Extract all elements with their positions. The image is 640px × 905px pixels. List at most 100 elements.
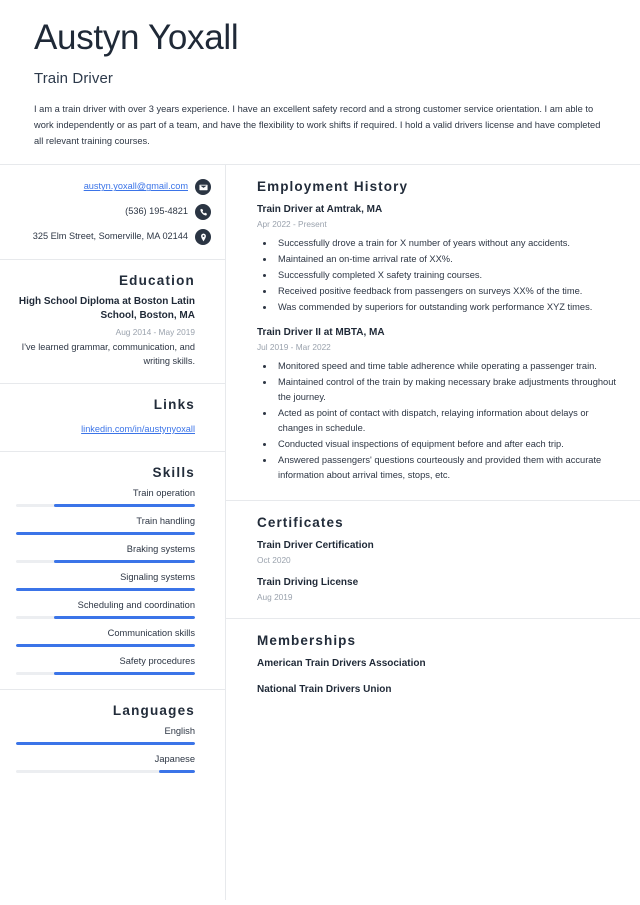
skill-item: Communication skills <box>16 627 195 648</box>
skill-item: Braking systems <box>16 543 195 564</box>
language-bar-track <box>16 770 195 774</box>
education-degree: High School Diploma at Boston Latin Scho… <box>18 296 195 322</box>
phone-value: (536) 195-4821 <box>125 206 188 217</box>
membership-item: National Train Drivers Union <box>257 684 392 696</box>
skills-heading: Skills <box>152 464 195 480</box>
certificate-name: Train Driving License <box>257 577 359 589</box>
resume-body: austyn.yoxall@gmail.com (536) 195-4821 3… <box>0 165 640 901</box>
skill-label: Signaling systems <box>120 572 195 583</box>
skill-label: Braking systems <box>126 543 195 554</box>
skill-bar-track <box>16 531 195 535</box>
employment-entry-date: Jul 2019 - Mar 2022 <box>257 342 331 353</box>
education-description: I've learned grammar, communication, and… <box>21 342 195 366</box>
resume-page: Austyn Yoxall Train Driver I am a train … <box>0 0 640 905</box>
skill-item: Train operation <box>16 487 195 507</box>
employment-section: Employment History Train Driver at Amtra… <box>226 165 640 502</box>
employment-list: Train Driver at Amtrak, MA Apr 2022 - Pre… <box>257 203 616 483</box>
memberships-section: Memberships American Train Drivers Assoc… <box>226 619 640 713</box>
employment-bullet: Successfully completed X safety training… <box>275 268 616 283</box>
employment-bullet: Maintained an on-time arrival rate of XX… <box>275 252 616 267</box>
education-heading: Education <box>118 273 195 289</box>
employment-entry: Train Driver at Amtrak, MA Apr 2022 - Pre… <box>257 203 616 315</box>
employment-bullet: Successfully drove a train for X number … <box>275 236 616 251</box>
skill-bar-track <box>16 644 195 648</box>
employment-bullet: Received positive feedback from passenge… <box>275 284 616 299</box>
skill-bar-fill <box>53 503 195 507</box>
skill-bar-track <box>16 588 195 592</box>
skill-bar-fill <box>16 531 195 535</box>
main-column: Employment History Train Driver at Amtra… <box>226 165 640 900</box>
languages-heading: Languages <box>112 703 195 719</box>
certificates-list: Train Driver Certification Oct 2020 Train … <box>257 539 616 602</box>
links-heading: Links <box>153 396 195 412</box>
sidebar: austyn.yoxall@gmail.com (536) 195-4821 3… <box>0 165 226 901</box>
contact-row-address[interactable]: 325 Elm Street, Somerville, MA 02144 <box>16 229 211 246</box>
job-title: Train Driver <box>34 70 113 88</box>
skill-label: Train handling <box>136 515 195 526</box>
skill-bar-track <box>16 616 195 620</box>
certificate-item: Train Driver Certification Oct 2020 <box>257 539 616 565</box>
employment-entry-title: Train Driver II at MBTA, MA <box>257 327 385 339</box>
address-value: 325 Elm Street, Somerville, MA 02144 <box>32 231 188 242</box>
employment-bullet: Monitored speed and time table adherence… <box>275 359 616 374</box>
skill-label: Safety procedures <box>119 656 195 667</box>
skill-bar-fill <box>16 588 195 592</box>
skill-bar-fill <box>16 644 195 648</box>
certificate-item: Train Driving License Aug 2019 <box>257 576 616 602</box>
skill-label: Scheduling and coordination <box>77 600 195 611</box>
skill-bar-fill <box>53 560 195 564</box>
envelope-icon <box>195 179 211 196</box>
languages-list: English Japanese <box>16 725 196 774</box>
employment-entry-title: Train Driver at Amtrak, MA <box>257 204 383 216</box>
skill-bar-track <box>16 560 195 564</box>
memberships-list: American Train Drivers Association Nation… <box>257 657 616 697</box>
employment-bullet: Conducted visual inspections of equipmen… <box>275 437 616 452</box>
map-pin-icon <box>195 229 211 246</box>
professional-summary: I am a train driver with over 3 years ex… <box>34 104 601 147</box>
language-item: Japanese <box>16 753 195 774</box>
skill-item: Signaling systems <box>16 571 195 592</box>
language-label: Japanese <box>154 754 195 765</box>
employment-entry: Train Driver II at MBTA, MA Jul 2019 - Ma… <box>257 326 616 483</box>
employment-bullet: Acted as point of contact with dispatch,… <box>275 406 616 436</box>
education-date: Aug 2014 - May 2019 <box>115 326 195 337</box>
link-linkedin[interactable]: linkedin.com/in/austynyoxall <box>81 424 195 434</box>
employment-bullet-list: Successfully drove a train for X number … <box>257 236 616 315</box>
skills-list: Train operation Train handling Braking sys… <box>16 487 195 676</box>
language-bar-fill <box>159 770 195 774</box>
language-bar-fill <box>16 742 195 746</box>
skill-bar-fill <box>53 672 195 676</box>
contact-block: austyn.yoxall@gmail.com (536) 195-4821 3… <box>0 165 225 261</box>
employment-bullet: Answered passengers' questions courteous… <box>275 453 616 483</box>
page-title: Austyn Yoxall <box>34 18 239 57</box>
employment-bullet-list: Monitored speed and time table adherence… <box>257 359 616 483</box>
membership-item: American Train Drivers Association <box>257 658 426 670</box>
email-value[interactable]: austyn.yoxall@gmail.com <box>84 180 188 194</box>
language-bar-track <box>16 742 195 746</box>
certificates-section: Certificates Train Driver Certification O… <box>226 501 640 620</box>
employment-entry-date: Apr 2022 - Present <box>257 219 327 230</box>
skill-label: Communication skills <box>107 628 195 639</box>
education-item: High School Diploma at Boston Latin Scho… <box>16 295 195 369</box>
certificate-date: Oct 2020 <box>257 555 291 566</box>
languages-section: Languages English Japanese <box>0 690 225 787</box>
skill-bar-track <box>16 672 195 676</box>
language-item: English <box>16 725 196 746</box>
education-section: Education High School Diploma at Boston … <box>0 260 225 384</box>
phone-icon <box>195 204 211 221</box>
memberships-heading: Memberships <box>257 633 357 649</box>
language-label: English <box>164 726 196 737</box>
resume-header: Austyn Yoxall Train Driver I am a train … <box>0 0 640 164</box>
contact-row-phone[interactable]: (536) 195-4821 <box>16 204 211 221</box>
skill-item: Scheduling and coordination <box>16 599 195 620</box>
employment-bullet: Was commended by superiors for outstandi… <box>275 300 616 315</box>
employment-heading: Employment History <box>257 179 409 195</box>
skill-item: Safety procedures <box>16 655 195 676</box>
employment-bullet: Maintained control of the train by makin… <box>275 375 616 405</box>
certificates-heading: Certificates <box>257 515 344 531</box>
skill-item: Train handling <box>16 515 195 535</box>
skill-bar-fill <box>53 616 195 620</box>
links-section: Links linkedin.com/in/austynyoxall <box>0 384 225 452</box>
contact-row-email[interactable]: austyn.yoxall@gmail.com <box>16 179 211 196</box>
certificate-name: Train Driver Certification <box>257 540 374 552</box>
